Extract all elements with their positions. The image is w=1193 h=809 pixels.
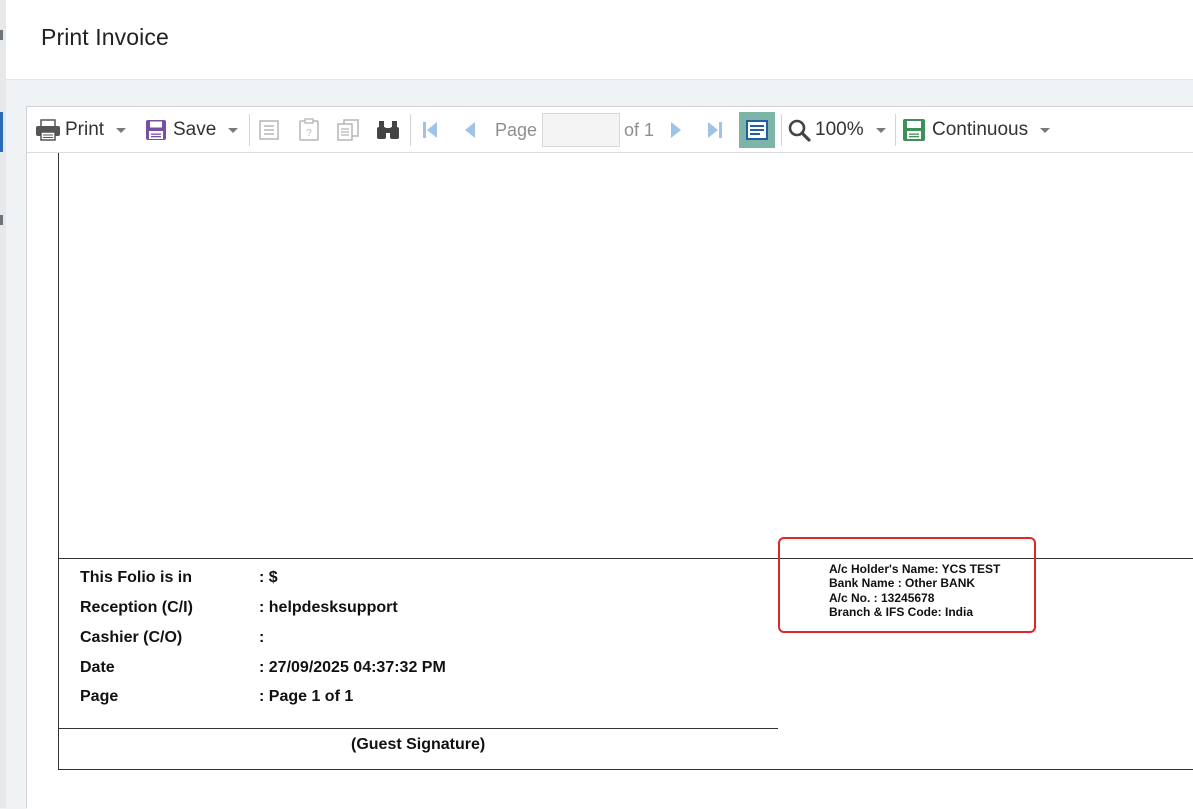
chevron-down-icon[interactable] [875, 127, 886, 133]
floppy-disk-icon [146, 120, 166, 140]
chevron-down-icon[interactable] [1040, 127, 1051, 133]
print-button[interactable]: Print [35, 107, 127, 153]
multipage-button[interactable] [336, 107, 360, 153]
document-bottom-border [58, 769, 1193, 770]
magnifier-icon [788, 119, 811, 142]
zoom-label: 100% [815, 119, 864, 140]
modal-title: Print Invoice [41, 24, 169, 50]
invoice-document: This Folio is in : $ Reception (C/I) : h… [27, 153, 1193, 809]
date-value: : 27/09/2025 04:37:32 PM [259, 659, 446, 676]
printer-icon [36, 119, 60, 141]
folio-currency-value: : $ [259, 569, 278, 586]
copy-pages-icon [337, 119, 359, 141]
chevron-down-icon[interactable] [116, 127, 127, 133]
view-mode-label: Continuous [932, 119, 1029, 140]
guest-signature-label: (Guest Signature) [351, 736, 486, 753]
page-info-value: : Page 1 of 1 [259, 688, 354, 705]
first-page-icon [423, 122, 437, 138]
date-label: Date [80, 659, 115, 676]
next-page-button[interactable] [669, 107, 683, 153]
save-button[interactable]: Save [145, 107, 239, 153]
binoculars-icon [377, 121, 399, 139]
last-page-button[interactable] [706, 107, 724, 153]
background-marker [0, 112, 3, 152]
previous-page-button[interactable] [463, 107, 477, 153]
background-marker [0, 30, 3, 40]
page-label: Page [495, 119, 538, 140]
toolbar-separator [249, 114, 250, 146]
signature-divider [58, 728, 778, 729]
toolbar-separator [410, 114, 411, 146]
parameters-button[interactable]: ? [298, 107, 320, 153]
document-map-button[interactable] [258, 107, 280, 153]
cashier-label: Cashier (C/O) [80, 629, 183, 646]
background-marker [0, 215, 3, 225]
document-left-border [58, 153, 59, 769]
next-page-icon [671, 122, 681, 138]
page-number-input[interactable] [542, 113, 620, 147]
toolbar-separator [895, 114, 896, 146]
page-info-label: Page [80, 688, 119, 705]
report-viewer: Print Save ? Page of 1 100% Continuous T… [26, 106, 1193, 809]
modal-header: Print Invoice [6, 0, 1193, 80]
search-button[interactable] [375, 107, 401, 153]
document-list-icon [259, 120, 279, 140]
chevron-down-icon[interactable] [228, 127, 239, 133]
cashier-value: : [259, 629, 265, 646]
bank-details-highlight [778, 537, 1036, 633]
print-layout-toggle[interactable] [739, 112, 775, 148]
print-layout-icon [746, 120, 768, 140]
reception-value: : helpdesksupport [259, 599, 398, 616]
view-mode-button[interactable]: Continuous [902, 107, 1051, 153]
continuous-view-icon [903, 119, 925, 141]
zoom-button[interactable]: 100% [787, 107, 886, 153]
folio-currency-label: This Folio is in [80, 569, 192, 586]
viewer-toolbar: Print Save ? Page of 1 100% Continuous [27, 107, 1193, 153]
save-label: Save [173, 119, 217, 140]
reception-label: Reception (C/I) [80, 599, 193, 616]
first-page-button[interactable] [421, 107, 439, 153]
last-page-icon [708, 122, 722, 138]
print-invoice-modal: Print Invoice Print Save ? Page of 1 100… [6, 0, 1193, 809]
page-count-label: of 1 [624, 119, 655, 140]
svg-text:?: ? [306, 128, 312, 139]
previous-page-icon [465, 122, 475, 138]
clipboard-question-icon: ? [299, 118, 319, 141]
toolbar-separator [781, 114, 782, 146]
print-label: Print [65, 119, 105, 140]
